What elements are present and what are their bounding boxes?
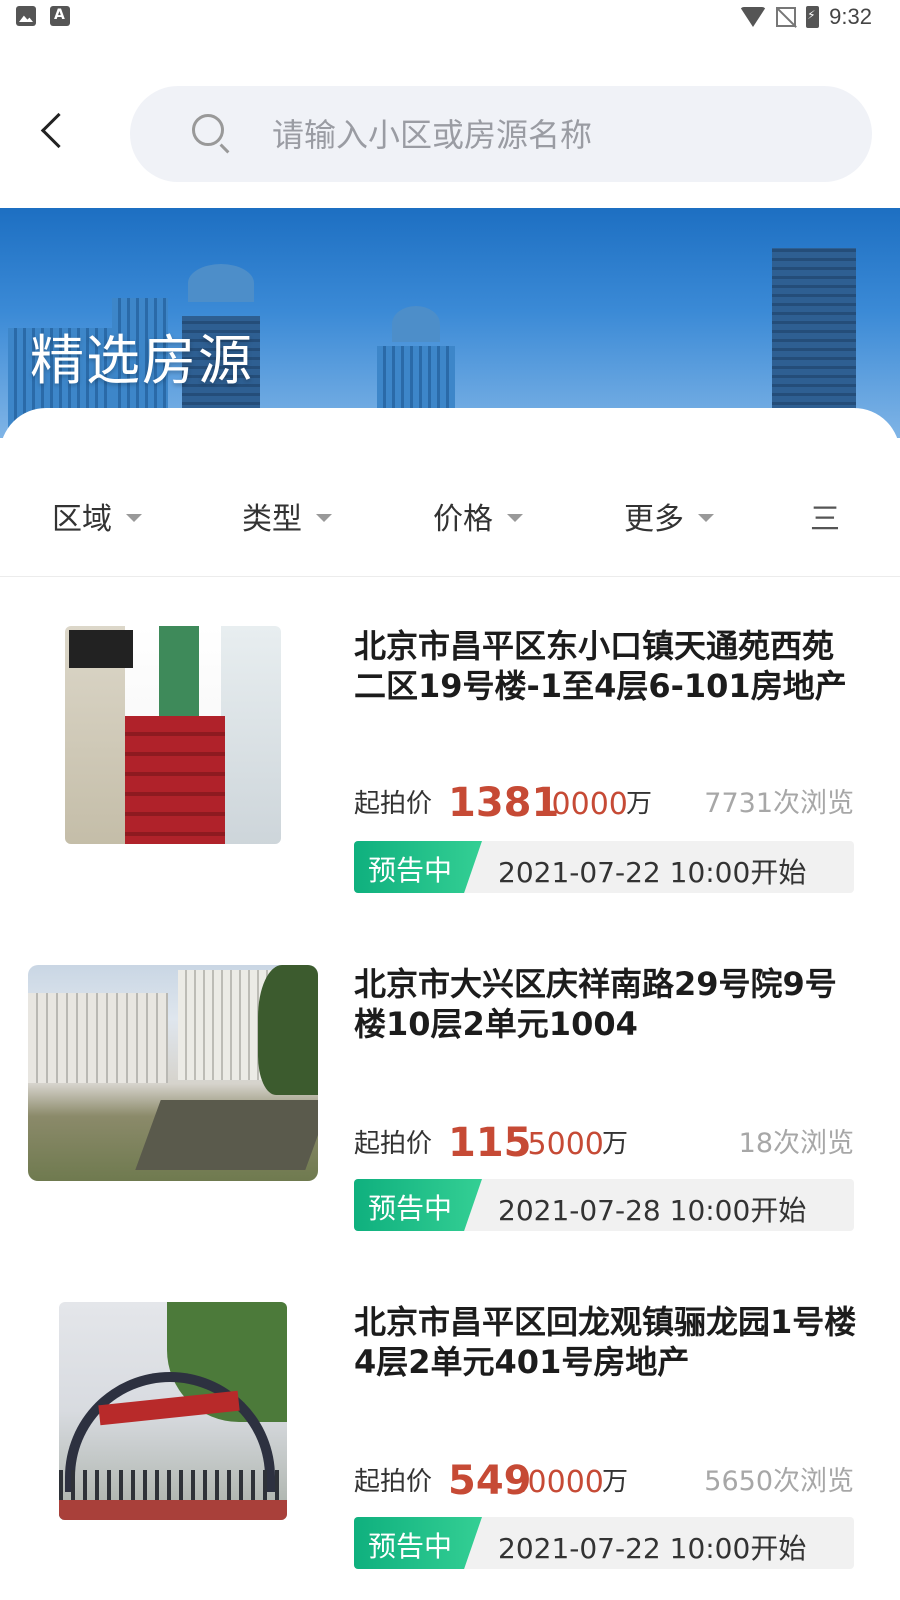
image-icon <box>16 6 36 26</box>
view-count: 18次浏览 <box>738 1128 854 1159</box>
auction-status: 预告中 2021-07-28 10:00开始 <box>354 1179 854 1231</box>
status-badge: 预告中 <box>354 1179 482 1231</box>
filter-sort[interactable]: 三l <box>810 494 840 538</box>
banner: 精选房源 <box>0 208 900 438</box>
listing-item[interactable]: 北京市昌平区东小口镇天通苑西苑二区19号楼-1至4层6-101房地产 起拍价 1… <box>0 618 900 918</box>
start-time: 2021-07-22 10:00开始 <box>498 856 807 889</box>
filter-more[interactable]: 更多 <box>624 494 714 538</box>
filter-divider <box>0 576 900 577</box>
filter-bar: 区域 类型 价格 更多 三l <box>0 488 900 544</box>
listing-item[interactable]: 北京市昌平区回龙观镇骊龙园1号楼4层2单元401号房地产 起拍价 549 .00… <box>0 1296 900 1596</box>
auction-status: 预告中 2021-07-22 10:00开始 <box>354 841 854 893</box>
app-screen: 9:32 精选房源 区域 类型 <box>0 0 900 1600</box>
price-unit: 万 <box>602 1129 629 1159</box>
status-badge: 预告中 <box>354 1517 482 1569</box>
price-decimal: .5000 <box>518 1127 604 1162</box>
listing-photo <box>28 965 318 1181</box>
search-icon <box>192 114 224 146</box>
listing-photo <box>59 1302 287 1520</box>
listing-item[interactable]: 北京市大兴区庆祥南路29号院9号楼10层2单元1004 起拍价 115 .500… <box>0 958 900 1258</box>
start-time: 2021-07-28 10:00开始 <box>498 1194 807 1227</box>
back-button[interactable] <box>36 110 77 154</box>
content-panel: 区域 类型 价格 更多 三l <box>0 408 900 1600</box>
filter-price[interactable]: 价格 <box>433 494 523 538</box>
listing-title: 北京市大兴区庆祥南路29号院9号楼10层2单元1004 <box>354 965 837 1043</box>
wifi-icon <box>740 7 767 27</box>
view-count: 5650次浏览 <box>704 1466 854 1497</box>
no-signal-icon <box>776 7 797 27</box>
status-badge: 预告中 <box>354 841 482 893</box>
price-row: 起拍价 1381 .0000 万 7731次浏览 <box>354 780 854 826</box>
battery-charging-icon <box>806 6 820 28</box>
listing-photo <box>65 626 281 844</box>
listing-title: 北京市昌平区东小口镇天通苑西苑二区19号楼-1至4层6-101房地产 <box>354 627 847 705</box>
header <box>0 36 900 208</box>
banner-title: 精选房源 <box>30 329 254 392</box>
status-bar: 9:32 <box>0 0 900 36</box>
price-decimal: .0000 <box>542 787 628 822</box>
chevron-left-icon <box>40 112 77 149</box>
price-label: 起拍价 <box>354 1129 433 1159</box>
text-app-icon <box>50 6 70 26</box>
price-label: 起拍价 <box>354 1467 433 1497</box>
caret-down-icon <box>126 514 142 522</box>
listing-title: 北京市昌平区回龙观镇骊龙园1号楼4层2单元401号房地产 <box>354 1303 857 1381</box>
filter-label: 价格 <box>433 502 493 537</box>
auction-status: 预告中 2021-07-22 10:00开始 <box>354 1517 854 1569</box>
price-row: 起拍价 115 .5000 万 18次浏览 <box>354 1120 854 1166</box>
search-bar[interactable] <box>130 86 872 182</box>
price-decimal: .0000 <box>518 1465 604 1500</box>
price-unit: 万 <box>626 789 653 819</box>
view-count: 7731次浏览 <box>704 788 854 819</box>
caret-down-icon <box>698 514 714 522</box>
filter-type[interactable]: 类型 <box>242 494 332 538</box>
filter-label: 区域 <box>52 502 112 537</box>
caret-down-icon <box>316 514 332 522</box>
filter-label: 类型 <box>242 502 302 537</box>
status-time: 9:32 <box>829 4 872 29</box>
price-unit: 万 <box>602 1467 629 1497</box>
start-time: 2021-07-22 10:00开始 <box>498 1532 807 1565</box>
price-row: 起拍价 549 .0000 万 5650次浏览 <box>354 1458 854 1504</box>
price-label: 起拍价 <box>354 789 433 819</box>
caret-down-icon <box>507 514 523 522</box>
filter-label: 更多 <box>624 502 684 537</box>
search-input[interactable] <box>270 104 854 166</box>
filter-region[interactable]: 区域 <box>52 494 142 538</box>
